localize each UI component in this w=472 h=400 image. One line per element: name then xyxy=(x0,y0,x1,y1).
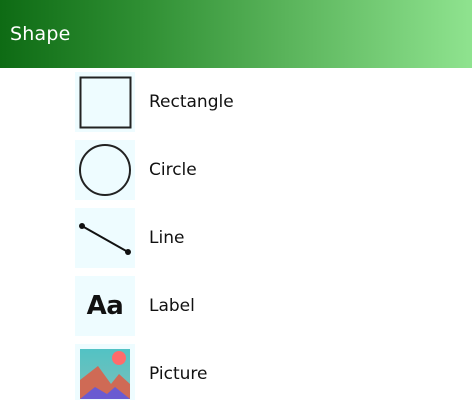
shape-item-label: Line xyxy=(149,228,185,248)
line-icon xyxy=(75,208,135,268)
shape-panel: Shape Rectangle Circle Line Aa Label Pic… xyxy=(0,0,472,400)
shape-item-line[interactable]: Line xyxy=(0,204,472,272)
shape-item-picture[interactable]: Picture xyxy=(0,340,472,400)
shape-item-rectangle[interactable]: Rectangle xyxy=(0,68,472,136)
shape-list: Rectangle Circle Line Aa Label Picture xyxy=(0,68,472,400)
shape-item-label: Label xyxy=(149,296,195,316)
shape-item-label: Circle xyxy=(149,160,197,180)
panel-title: Shape xyxy=(10,23,71,45)
shape-item-label: Picture xyxy=(149,364,208,384)
rectangle-icon xyxy=(75,72,135,132)
shape-item-label-tool[interactable]: Aa Label xyxy=(0,272,472,340)
label-icon: Aa xyxy=(75,276,135,336)
shape-item-label: Rectangle xyxy=(149,92,234,112)
shape-item-circle[interactable]: Circle xyxy=(0,136,472,204)
circle-icon xyxy=(75,140,135,200)
label-glyph: Aa xyxy=(86,291,124,321)
shape-panel-header[interactable]: Shape xyxy=(0,0,472,68)
picture-icon xyxy=(75,344,135,400)
